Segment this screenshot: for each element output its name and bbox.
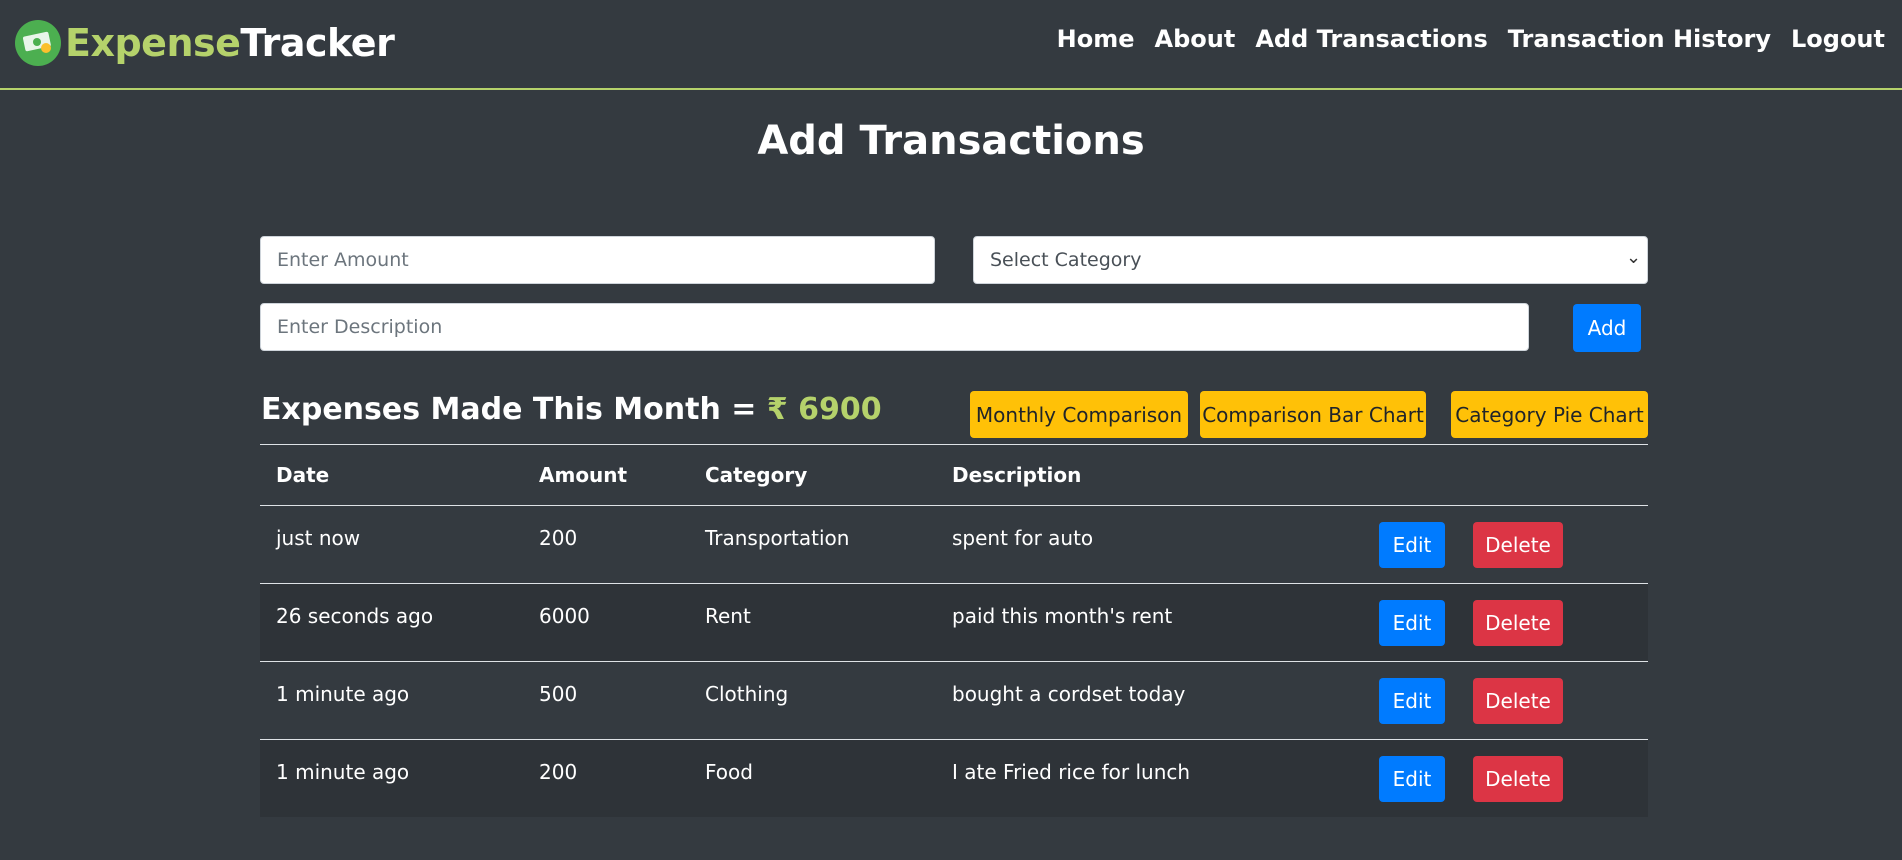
nav-about[interactable]: About [1155,25,1236,53]
table-row: 1 minute ago 500 Clothing bought a cords… [260,661,1648,740]
delete-button[interactable]: Delete [1473,599,1563,646]
table-row: 1 minute ago 200 Food I ate Fried rice f… [260,739,1648,818]
header-amount: Amount [523,444,689,506]
edit-button[interactable]: Edit [1379,755,1445,802]
cell-description: bought a cordset today [936,661,1363,740]
transactions-table-wrap: Date Amount Category Description just no… [260,444,1648,817]
header-category: Category [689,444,936,506]
monthly-expense-summary: Expenses Made This Month = ₹ 6900 [261,392,882,427]
cell-amount: 500 [523,661,689,740]
cell-date-text: 26 seconds ago [276,603,434,628]
page-title: Add Transactions [757,118,1145,164]
cell-amount: 6000 [523,583,689,662]
cell-date: 26 seconds ago [260,583,523,662]
header-description: Description [936,444,1363,506]
header-actions [1363,444,1648,506]
cell-description: spent for auto [936,505,1363,584]
cell-amount-text: 6000 [539,603,590,628]
cell-amount-text: 500 [539,681,578,706]
delete-button[interactable]: Delete [1473,521,1563,568]
cell-category-text: Clothing [705,681,789,706]
cell-description-text: spent for auto [952,525,1094,550]
cell-actions: Edit Delete [1363,740,1648,818]
cell-date: 1 minute ago [260,740,523,818]
cell-actions: Edit Delete [1363,583,1648,662]
nav-logout[interactable]: Logout [1791,25,1885,53]
brand-name: ExpenseTracker [65,21,395,65]
nav-links: Home About Add Transactions Transaction … [1057,25,1885,53]
cell-description: I ate Fried rice for lunch [936,740,1363,818]
money-icon [15,20,61,66]
cell-date: 1 minute ago [260,661,523,740]
cell-date-text: 1 minute ago [276,681,410,706]
cell-amount-text: 200 [539,759,578,784]
edit-button[interactable]: Edit [1379,599,1445,646]
cell-actions: Edit Delete [1363,661,1648,740]
cell-description: paid this month's rent [936,583,1363,662]
cell-amount: 200 [523,505,689,584]
cell-actions: Edit Delete [1363,505,1648,584]
brand[interactable]: ExpenseTracker [15,20,395,66]
brand-name-part1: Expense [65,21,241,65]
cell-category: Transportation [689,505,936,584]
header-date: Date [260,444,523,506]
cell-amount-text: 200 [539,525,578,550]
table-header-row: Date Amount Category Description [260,444,1648,506]
cell-date-text: 1 minute ago [276,759,410,784]
table-row: 26 seconds ago 6000 Rent paid this month… [260,583,1648,662]
delete-button[interactable]: Delete [1473,677,1563,724]
edit-button[interactable]: Edit [1379,677,1445,724]
cell-category: Clothing [689,661,936,740]
edit-button[interactable]: Edit [1379,521,1445,568]
amount-input[interactable] [260,236,935,284]
cell-description-text: I ate Fried rice for lunch [952,759,1191,784]
summary-value: ₹ 6900 [766,392,882,427]
monthly-comparison-button[interactable]: Monthly Comparison [970,391,1188,438]
cell-description-text: paid this month's rent [952,603,1173,628]
cell-amount: 200 [523,740,689,818]
brand-name-part2: Tracker [240,21,395,65]
cell-date: just now [260,505,523,584]
cell-description-text: bought a cordset today [952,681,1186,706]
add-button[interactable]: Add [1573,304,1641,352]
cell-category: Rent [689,583,936,662]
category-pie-chart-button[interactable]: Category Pie Chart [1451,391,1648,438]
transactions-table: Date Amount Category Description just no… [260,444,1648,817]
cell-category: Food [689,740,936,818]
cell-category-text: Transportation [705,525,850,550]
table-row: just now 200 Transportation spent for au… [260,505,1648,584]
description-input[interactable] [260,303,1529,351]
nav-add-transactions[interactable]: Add Transactions [1255,25,1487,53]
nav-home[interactable]: Home [1057,25,1135,53]
delete-button[interactable]: Delete [1473,755,1563,802]
cell-category-text: Food [705,759,753,784]
cell-date-text: just now [276,525,361,550]
category-select[interactable]: Select Category [973,236,1648,284]
summary-label: Expenses Made This Month = [261,392,757,427]
nav-transaction-history[interactable]: Transaction History [1508,25,1771,53]
comparison-bar-chart-button[interactable]: Comparison Bar Chart [1200,391,1426,438]
navbar: ExpenseTracker Home About Add Transactio… [0,0,1902,90]
cell-category-text: Rent [705,603,751,628]
